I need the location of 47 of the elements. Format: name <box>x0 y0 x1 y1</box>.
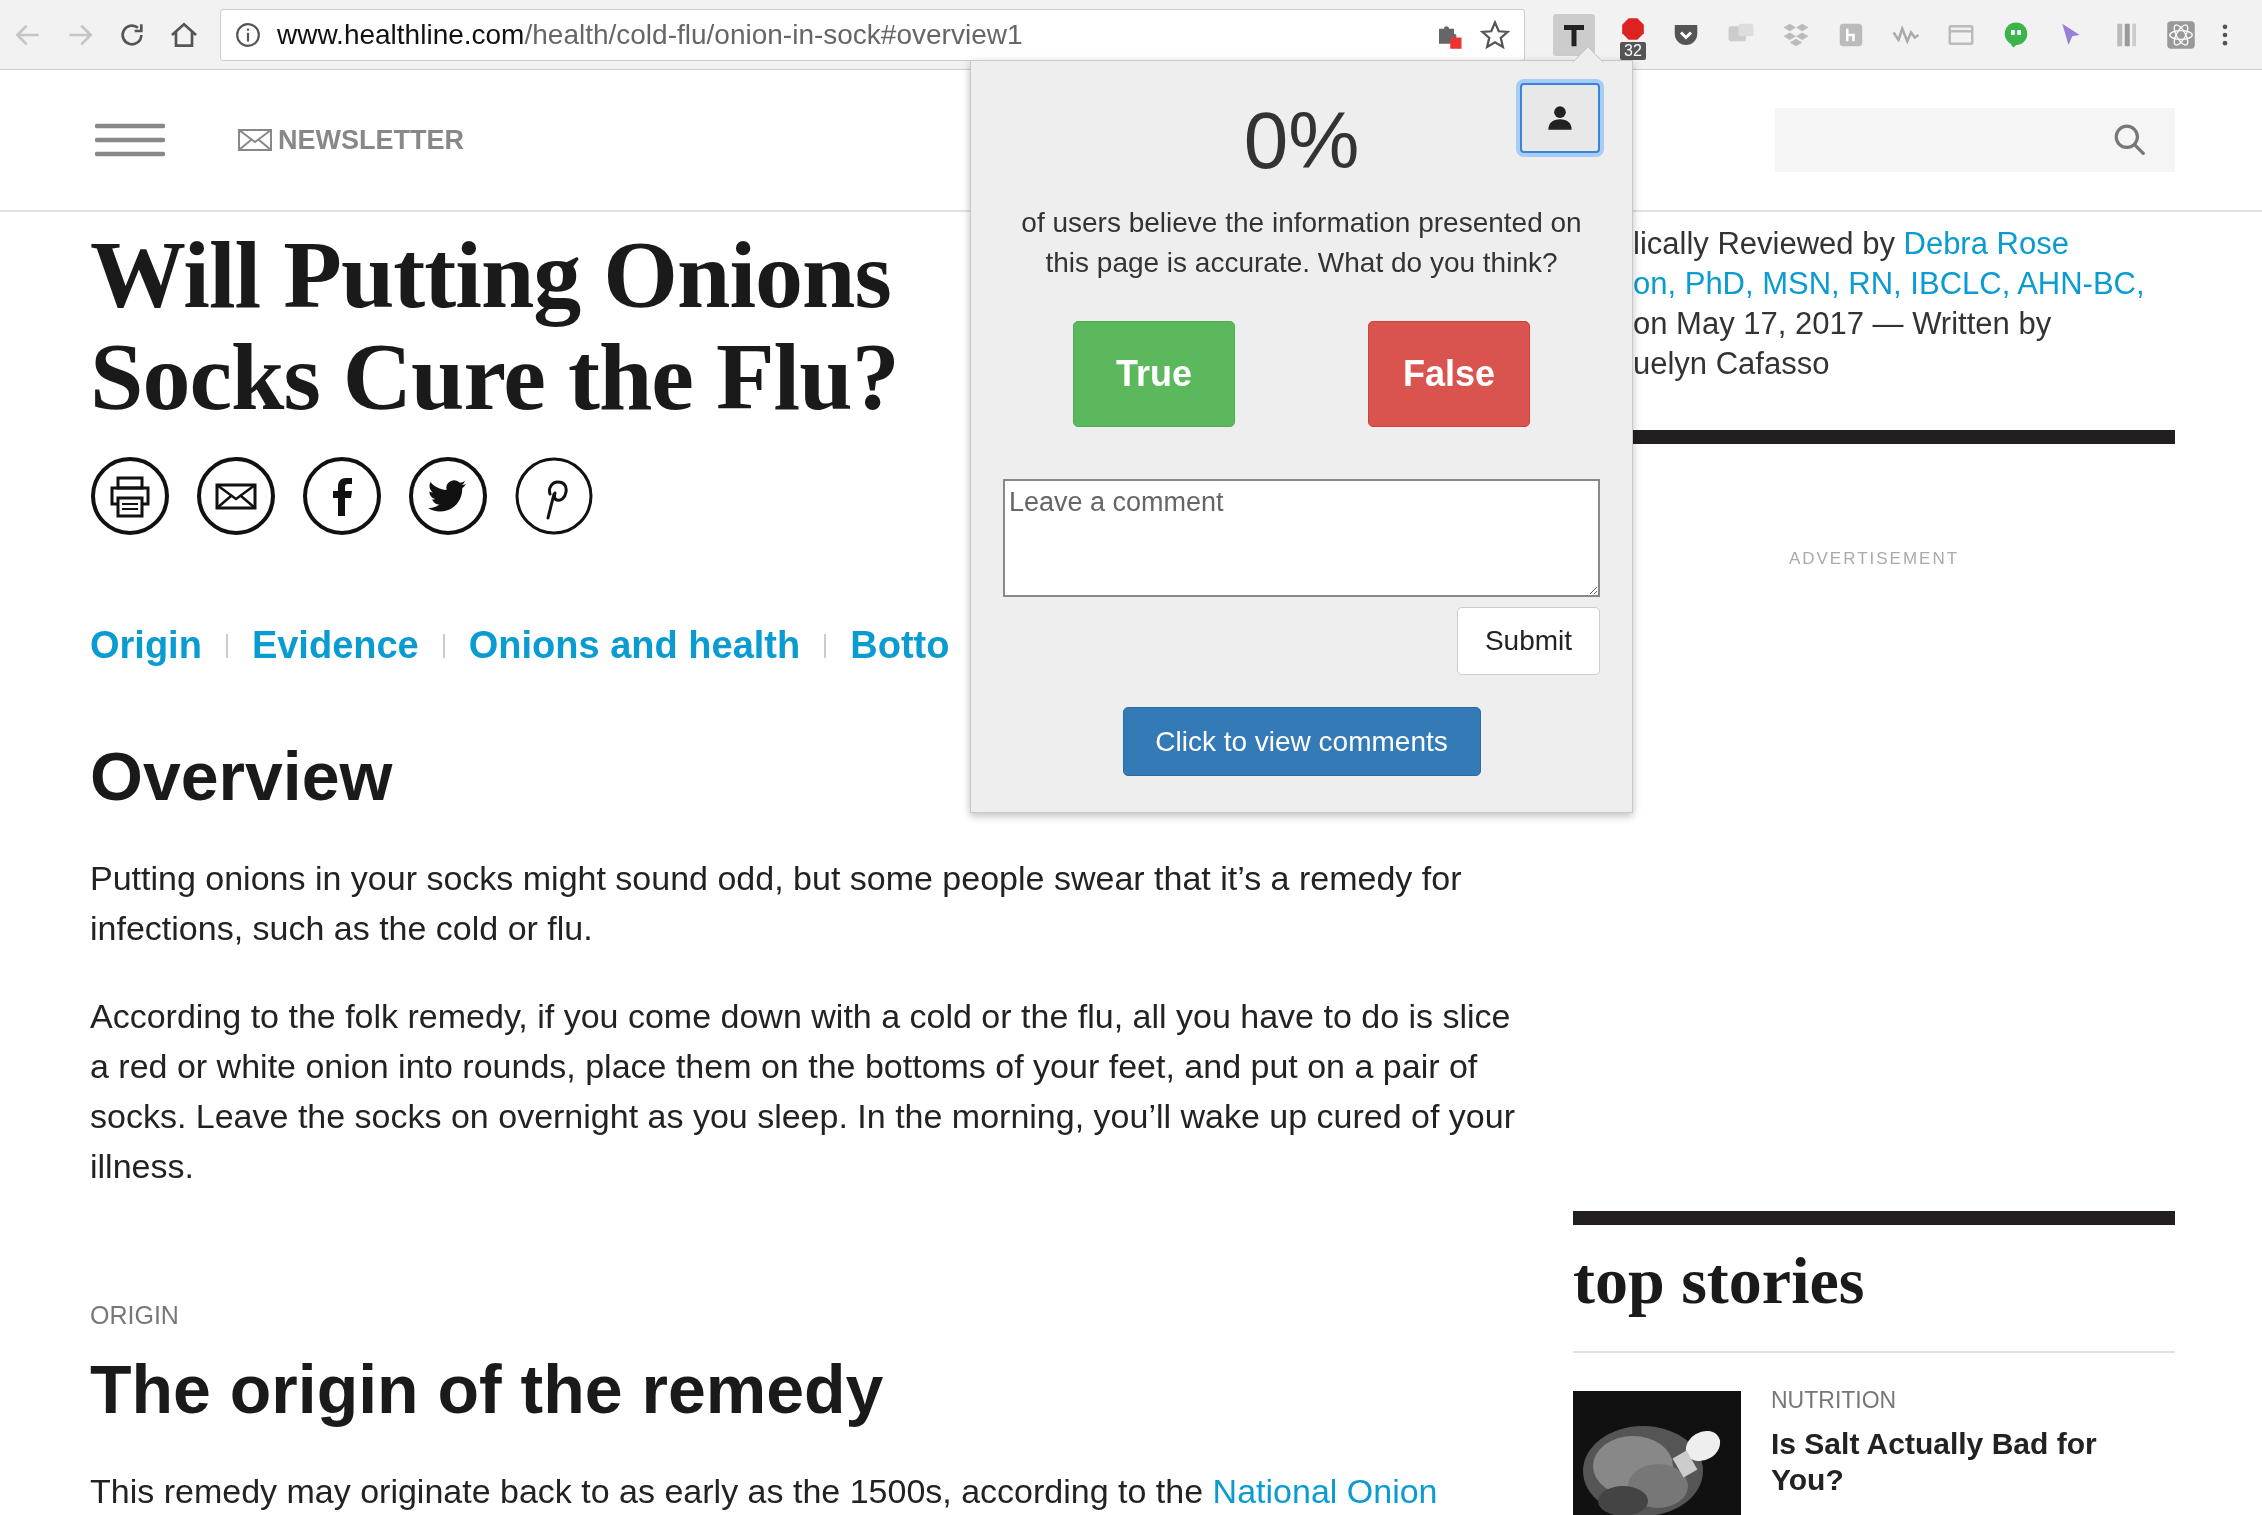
user-icon <box>1546 104 1574 132</box>
search-field[interactable] <box>1775 108 2175 172</box>
body-paragraph: This remedy may originate back to as early as the 1500s, according to the National Onion <box>90 1471 1439 1512</box>
menu-icon[interactable] <box>95 123 165 157</box>
info-icon[interactable] <box>235 21 261 48</box>
author-link[interactable]: on, PhD, MSN, RN, IBCLC, AHN-BC, <box>1633 266 2145 301</box>
body-paragraph: According to the folk remedy, if you come down with a cold or the flu, all you have to do is slice a red or white onion into rounds, place them on the bottoms of your feet, and put on a pair of socks. Leave the socks on overnight as you sleep. In the morning, you’ll wake up cured of your illness. <box>90 996 1515 1187</box>
body-paragraph: Putting onions in your socks might sound odd, but some people swear that it’s a remedy for infections, such as the cold or flu. <box>90 858 1463 949</box>
section-heading: top stories <box>1573 1243 1866 1319</box>
section-link[interactable]: Onions and health <box>468 624 801 667</box>
popup-message: of users believe the information presented on this page is accurate. What do you think? <box>1020 206 1583 280</box>
article-title: Will Putting Onions <box>90 224 891 326</box>
byline-text: lically Reviewed by Debra Rose <box>1633 225 2069 263</box>
count-badge: 32 <box>1620 41 1646 60</box>
search-icon[interactable] <box>2113 123 2147 157</box>
ad-label: ADVERTISEMENT <box>1787 549 1961 569</box>
envelope-icon <box>238 129 272 151</box>
newsletter-link[interactable]: NEWSLETTER <box>238 124 464 156</box>
letter-icon[interactable] <box>1553 13 1595 56</box>
atom-icon[interactable] <box>2166 19 2196 50</box>
section-heading: Overview <box>90 737 393 815</box>
article-title: Socks Cure the Flu? <box>90 326 899 428</box>
comment-field[interactable]: Leave a comment <box>1003 479 1600 597</box>
bird-icon[interactable] <box>408 456 488 536</box>
view-comments-button[interactable]: Click to view comments <box>1122 707 1481 776</box>
mail-icon[interactable] <box>196 456 276 536</box>
inline-link[interactable]: National Onion <box>1212 1472 1438 1510</box>
address-bar[interactable]: www.healthline.com/health/cold-flu/onion-in-sock#overview1 <box>220 8 1525 61</box>
percentage: 0% <box>1242 95 1361 187</box>
byline-text: on May 17, 2017 — Written by <box>1633 305 2052 343</box>
section-link[interactable]: Evidence <box>251 624 419 667</box>
section-link[interactable]: Origin <box>90 624 202 667</box>
vote-button[interactable]: True <box>1073 321 1235 427</box>
print-icon[interactable] <box>90 456 170 536</box>
author-link[interactable]: Debra Rose <box>1903 226 2069 261</box>
story-category: NUTRITION <box>1771 1387 1898 1414</box>
section-heading: The origin of the remedy <box>90 1350 884 1428</box>
pinterest-icon[interactable] <box>514 456 594 536</box>
section-link[interactable]: Botto <box>850 624 950 667</box>
byline-text: uelyn Cafasso <box>1633 345 1830 383</box>
vote-button[interactable]: False <box>1368 321 1530 427</box>
facebook-icon[interactable] <box>302 456 382 536</box>
star-icon[interactable] <box>1480 19 1510 50</box>
section-label: ORIGIN <box>90 1301 180 1330</box>
story-link[interactable]: Is Salt Actually Bad for You? <box>1771 1426 2141 1498</box>
submit-button[interactable]: Submit <box>1457 607 1600 675</box>
stop-sign-icon[interactable] <box>1620 15 1646 42</box>
